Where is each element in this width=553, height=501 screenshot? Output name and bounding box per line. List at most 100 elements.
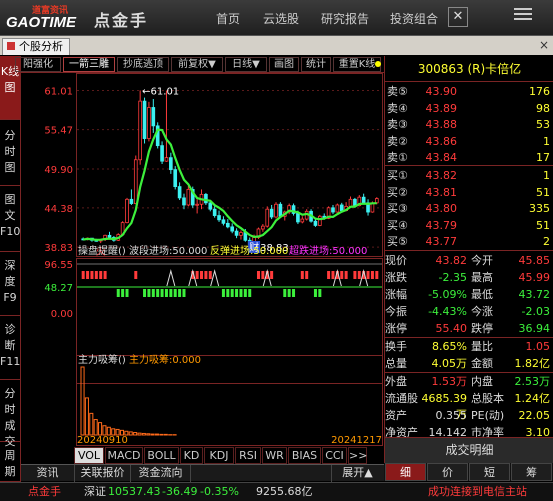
order-row[interactable]: 买④ 43.79 51	[385, 218, 553, 234]
left-tab-f10[interactable]: 图文F10	[0, 186, 20, 252]
ind-tab-macd[interactable]: MACD	[105, 447, 143, 464]
toolbar-draw[interactable]: 画图	[269, 57, 299, 72]
high-price-label: ←61.01	[142, 86, 179, 97]
tab-close-icon[interactable]: ×	[539, 38, 549, 52]
candle	[234, 228, 239, 239]
candle	[230, 223, 235, 234]
order-volume: 1	[543, 169, 550, 182]
left-tab-f9[interactable]: 深度F9	[0, 252, 20, 316]
ind-tab-cci[interactable]: CCI	[322, 447, 347, 464]
order-row[interactable]: 买⑤ 43.77 2	[385, 234, 553, 250]
quote-value: 1.24亿	[514, 392, 551, 405]
status-index-change: -36.49	[162, 485, 198, 498]
trade-detail-header[interactable]: 成交明细	[385, 437, 553, 463]
candle	[318, 214, 322, 227]
toolbar-three-eagles[interactable]: 一箭三雕	[63, 57, 115, 72]
detail-tab-ticks[interactable]: 细	[385, 463, 426, 481]
toolbar-period-select[interactable]: 日线▼	[225, 57, 267, 72]
indicator-bar	[86, 271, 90, 279]
bottom-tab-capital-flow[interactable]: 资金流向	[131, 465, 191, 482]
ind-tab-boll[interactable]: BOLL	[144, 447, 179, 464]
quote-value: 1.05	[525, 340, 551, 353]
quote-row: 涨停 55.40 跌停 36.94	[385, 321, 553, 337]
quote-row: 换手 8.65% 量比 1.05	[385, 339, 553, 355]
order-volume: 98	[536, 101, 550, 115]
toolbar-bottom-top[interactable]: 抄底逃顶	[117, 57, 169, 72]
quote-value: 8.65%	[432, 340, 467, 353]
left-tab-timeshare[interactable]: 分时图	[0, 120, 20, 186]
ind-tab-rsi[interactable]: RSI	[235, 447, 261, 464]
ind-tab-kd[interactable]: KD	[180, 447, 203, 464]
bottom-expand-button[interactable]: 展开▲	[331, 465, 383, 482]
order-row[interactable]: 卖⑤ 43.90 176	[385, 84, 553, 100]
toolbar-strong-yang[interactable]: 阳强化	[15, 57, 61, 72]
order-row[interactable]: 卖④ 43.89 98	[385, 101, 553, 117]
quote-label: 涨幅	[385, 288, 407, 301]
volume-bar	[137, 432, 142, 436]
ind-tab-more[interactable]: >>	[348, 447, 367, 464]
volume-bar	[159, 433, 164, 436]
indicator-bar	[270, 271, 274, 279]
order-price: 43.88	[425, 118, 458, 131]
app-name: 点金手	[94, 11, 149, 30]
nav-stock-picker[interactable]: 云选股	[263, 10, 299, 27]
order-row[interactable]: 买③ 43.80 335	[385, 201, 553, 217]
left-tab-f11[interactable]: 诊断F11	[0, 316, 20, 380]
stock-name: (R)卡倍亿	[467, 62, 522, 76]
indicator-bar	[283, 289, 287, 297]
nav-research[interactable]: 研究报告	[321, 10, 369, 27]
menu-icon[interactable]	[514, 8, 532, 22]
order-row[interactable]: 卖③ 43.88 53	[385, 117, 553, 133]
y-tick-label: 55.47	[44, 126, 73, 137]
document-tab-row: 个股分析 ×	[0, 36, 553, 55]
candle	[300, 216, 305, 224]
nav-portfolio[interactable]: 投资组合	[390, 10, 438, 27]
toolbar-reset-kline[interactable]: 重置K线	[333, 57, 381, 72]
ind-tab-kdj[interactable]: KDJ	[204, 447, 234, 464]
order-row[interactable]: 卖① 43.84 17	[385, 150, 553, 166]
chart-toolbar: 阳强化 一箭三雕 抄底逃顶 前复权▼ 日线▼ 画图 统计 重置K线	[15, 56, 384, 73]
order-price: 43.77	[425, 235, 458, 248]
bottom-tab-news[interactable]: 资讯	[21, 465, 75, 482]
toolbar-adjust-select[interactable]: 前复权▼	[171, 57, 223, 72]
left-tab-ticks[interactable]: 分时成交	[0, 380, 20, 448]
ind-tab-bias[interactable]: BIAS	[288, 447, 321, 464]
candle	[274, 202, 278, 219]
candle	[331, 204, 335, 215]
order-row[interactable]: 买② 43.81 51	[385, 185, 553, 201]
toolbar-stats[interactable]: 统计	[301, 57, 331, 72]
nav-home[interactable]: 首页	[216, 10, 240, 27]
bottom-tab-related[interactable]: 关联报价	[75, 465, 131, 482]
quote-value: 43.82	[435, 254, 468, 267]
kline-chart-area[interactable]: 61.0155.4749.9044.3838.83 ←61.01 ←38.83 …	[21, 73, 384, 447]
indicator-bar	[99, 271, 103, 279]
candle	[335, 203, 340, 213]
detail-tab-price[interactable]: 价	[427, 463, 468, 481]
candle	[164, 90, 169, 162]
quote-label: 今涨	[471, 305, 493, 318]
left-tab-period[interactable]: 周期	[0, 442, 20, 482]
quote-value: -5.09%	[428, 288, 467, 301]
quote-row: 外盘 1.53万 内盘 2.53万	[385, 374, 553, 390]
indicator-bar	[94, 271, 98, 279]
volume-bars	[80, 366, 177, 436]
ind-tab-vol[interactable]: VOL	[74, 447, 104, 464]
status-turnover: 9255.68亿	[256, 485, 313, 498]
order-row[interactable]: 买① 43.82 1	[385, 168, 553, 184]
tab-stock-analysis[interactable]: 个股分析	[2, 38, 70, 55]
indicator-bar	[331, 271, 335, 279]
candle	[261, 224, 265, 232]
ind-tab-wr[interactable]: WR	[262, 447, 287, 464]
close-icon[interactable]: ✕	[448, 7, 468, 27]
order-volume: 176	[529, 85, 550, 98]
quote-label: PE(动)	[471, 409, 505, 422]
detail-tab-chips[interactable]: 筹	[511, 463, 552, 481]
quote-value: 1.82亿	[514, 357, 551, 370]
candle	[125, 197, 129, 224]
indicator-bar	[156, 289, 160, 297]
detail-tab-short[interactable]: 短	[469, 463, 510, 481]
order-volume: 335	[529, 202, 550, 215]
volume-bar	[106, 426, 111, 436]
candle	[348, 196, 353, 208]
order-row[interactable]: 卖② 43.86 1	[385, 134, 553, 150]
